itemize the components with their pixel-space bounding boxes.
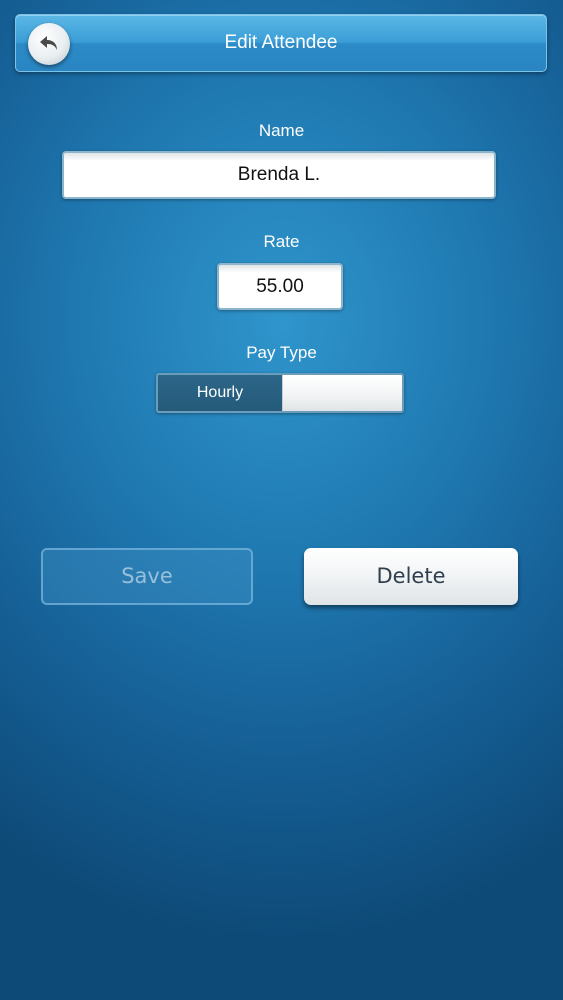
header-bar: Edit Attendee: [15, 14, 547, 72]
page-title: Edit Attendee: [224, 32, 338, 53]
edit-attendee-screen: Edit Attendee Name Brenda L. Rate 55.00 …: [0, 0, 563, 1000]
save-button[interactable]: Save: [41, 548, 253, 605]
rate-field[interactable]: 55.00: [217, 263, 343, 310]
pay-type-option-alternate[interactable]: [282, 375, 402, 411]
rate-label: Rate: [263, 232, 300, 251]
pay-type-toggle[interactable]: Hourly: [156, 373, 404, 413]
pay-type-label: Pay Type: [246, 343, 317, 362]
pay-type-option-hourly[interactable]: Hourly: [158, 375, 282, 411]
name-label: Name: [258, 121, 305, 140]
name-field[interactable]: Brenda L.: [62, 151, 496, 199]
delete-button[interactable]: Delete: [304, 548, 518, 605]
